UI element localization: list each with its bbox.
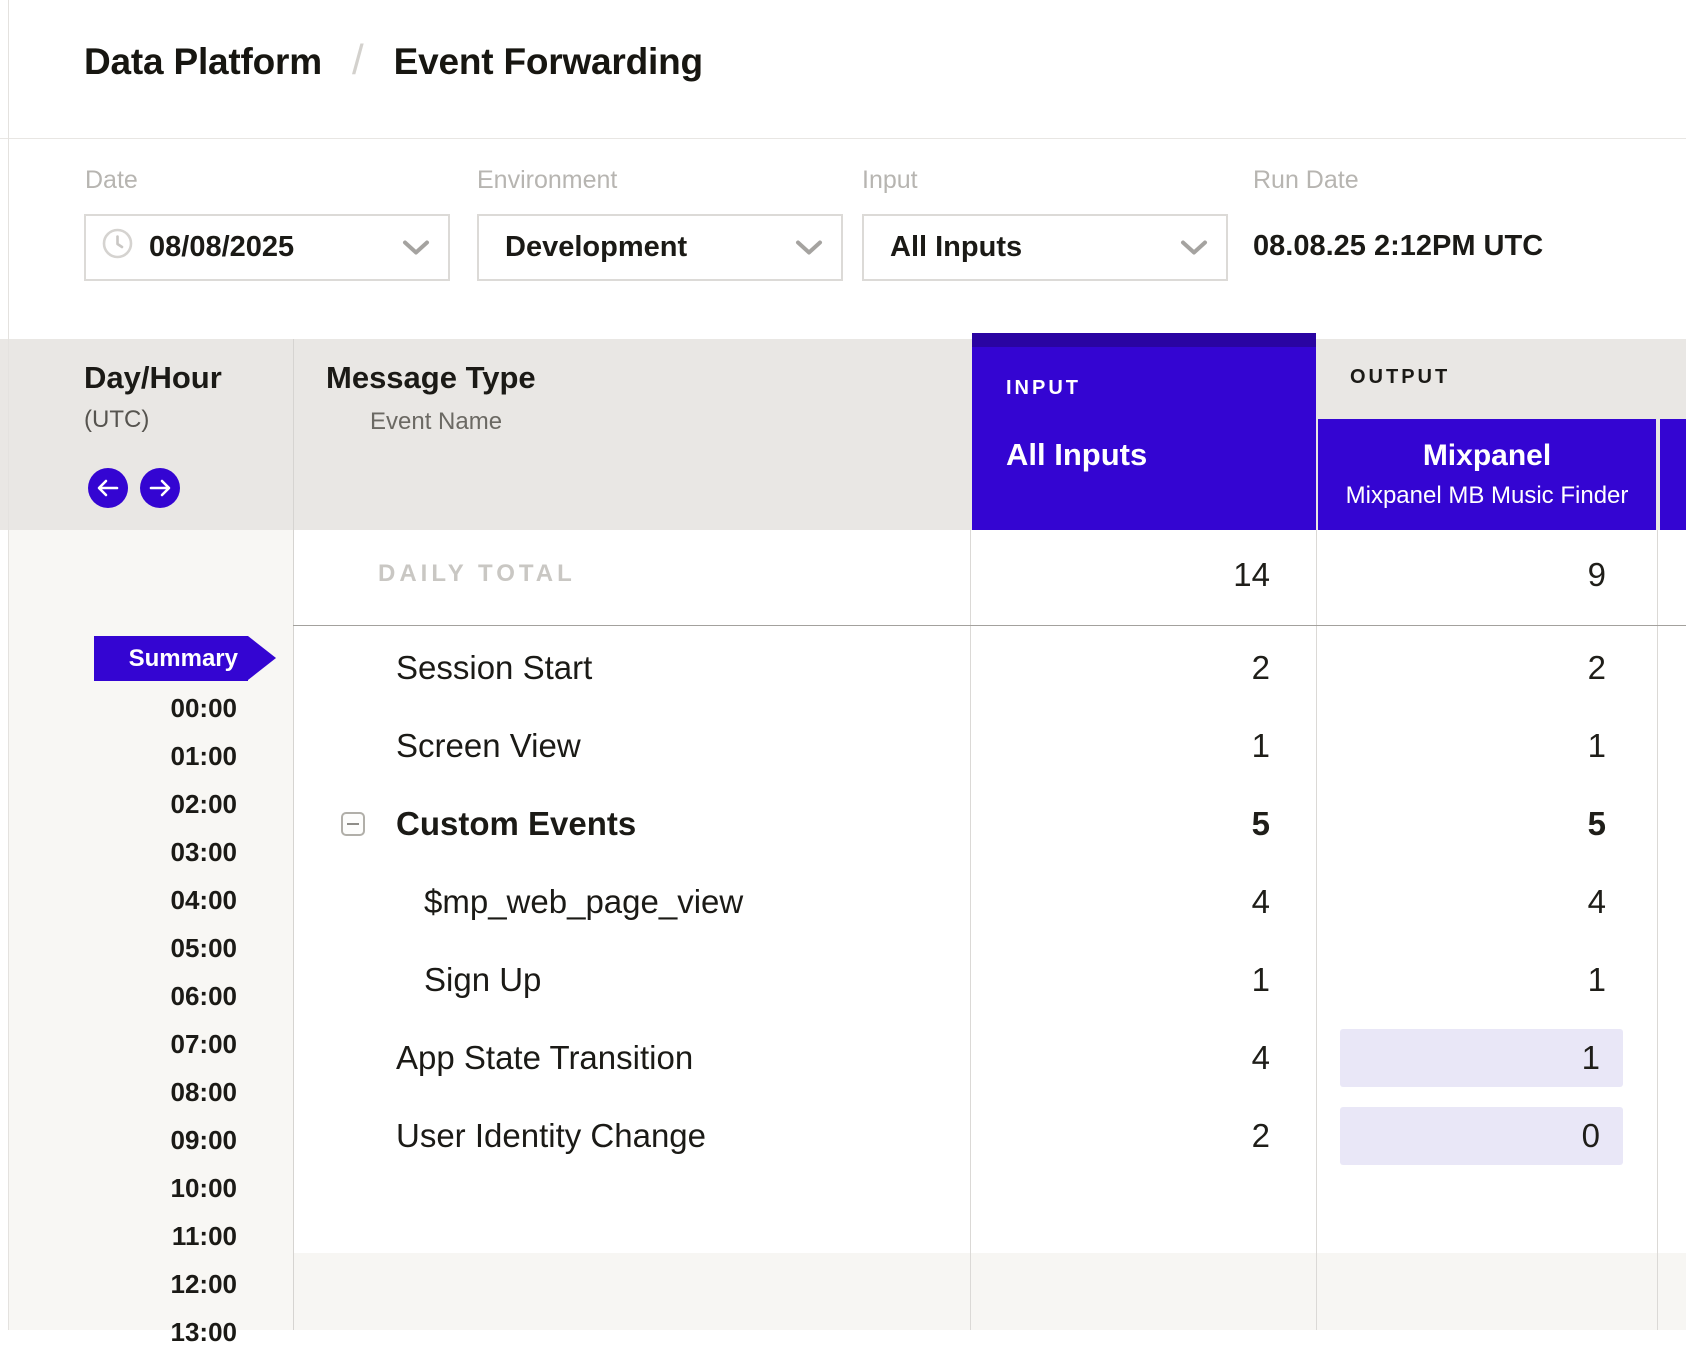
hour-item[interactable]: 01:00 [100, 738, 237, 774]
hour-item[interactable]: 02:00 [100, 786, 237, 822]
output-count: 1 [1588, 727, 1606, 765]
table-footer-background [293, 1253, 1686, 1330]
input-count: 1 [1252, 961, 1270, 999]
output-count: 5 [1588, 805, 1606, 843]
event-name: Screen View [396, 727, 581, 765]
chevron-down-icon [795, 231, 823, 264]
input-count: 4 [1252, 1039, 1270, 1077]
input-filter-label: Input [862, 166, 918, 195]
clock-icon [102, 228, 133, 267]
hour-item[interactable]: 07:00 [100, 1026, 237, 1062]
hour-item[interactable]: 09:00 [100, 1122, 237, 1158]
table-row: User Identity Change 2 0 [293, 1097, 1686, 1175]
breadcrumb: Data Platform / Event Forwarding [84, 38, 703, 86]
hour-item[interactable]: 03:00 [100, 834, 237, 870]
message-type-subtitle: Event Name [370, 408, 502, 436]
highlighted-cell [1340, 1029, 1623, 1087]
hour-item[interactable]: 13:00 [100, 1314, 237, 1350]
event-name: App State Transition [396, 1039, 693, 1077]
table-row: App State Transition 4 1 [293, 1019, 1686, 1097]
collapse-icon[interactable] [341, 812, 365, 836]
day-hour-subtitle: (UTC) [84, 406, 149, 434]
daily-total-divider [293, 625, 1686, 626]
run-date-label: Run Date [1253, 166, 1359, 195]
output-column-header: Mixpanel Mixpanel MB Music Finder [1318, 419, 1656, 530]
chevron-down-icon [1180, 231, 1208, 264]
input-count: 2 [1252, 649, 1270, 687]
output-column-subtitle: Mixpanel MB Music Finder [1346, 482, 1629, 510]
next-output-column-partial [1660, 419, 1686, 530]
input-count: 1 [1252, 727, 1270, 765]
next-day-button[interactable] [140, 468, 180, 508]
output-section-label: OUTPUT [1350, 366, 1450, 389]
hour-item[interactable]: 00:00 [100, 690, 237, 726]
environment-select[interactable]: Development [477, 214, 843, 281]
event-name: $mp_web_page_view [424, 883, 743, 921]
input-select[interactable]: All Inputs [862, 214, 1228, 281]
event-name: User Identity Change [396, 1117, 706, 1155]
hour-item[interactable]: 06:00 [100, 978, 237, 1014]
table-row: $mp_web_page_view 4 4 [293, 863, 1686, 941]
run-date-value: 08.08.25 2:12PM UTC [1253, 230, 1543, 263]
input-header-accent [972, 333, 1316, 347]
daily-total-label: DAILY TOTAL [378, 560, 576, 588]
table-row: Screen View 1 1 [293, 707, 1686, 785]
event-name: Session Start [396, 649, 592, 687]
hour-item[interactable]: 11:00 [100, 1218, 237, 1254]
chevron-down-icon [402, 231, 430, 264]
hour-item[interactable]: 05:00 [100, 930, 237, 966]
date-filter-label: Date [85, 166, 138, 195]
output-count: 1 [1582, 1039, 1600, 1077]
table-row: Sign Up 1 1 [293, 941, 1686, 1019]
breadcrumb-section[interactable]: Data Platform [84, 41, 322, 83]
day-hour-title: Day/Hour [84, 360, 222, 396]
environment-value: Development [505, 231, 687, 264]
date-value: 08/08/2025 [149, 231, 294, 264]
daily-total-output-value: 9 [1588, 556, 1606, 594]
highlighted-cell [1340, 1107, 1623, 1165]
input-section-label: INPUT [1006, 377, 1081, 400]
input-count: 4 [1252, 883, 1270, 921]
input-count: 5 [1252, 805, 1270, 843]
input-column-title: All Inputs [1006, 437, 1147, 473]
input-column-header: INPUT All Inputs [972, 333, 1316, 530]
table-row: Custom Events 5 5 [293, 785, 1686, 863]
hour-item[interactable]: 08:00 [100, 1074, 237, 1110]
top-bar: Data Platform / Event Forwarding [0, 0, 1686, 139]
date-picker[interactable]: 08/08/2025 [84, 214, 450, 281]
table-row: Session Start 2 2 [293, 629, 1686, 707]
environment-filter-label: Environment [477, 166, 617, 195]
output-count: 4 [1588, 883, 1606, 921]
output-count: 2 [1588, 649, 1606, 687]
output-count: 1 [1588, 961, 1606, 999]
daily-total-input-value: 14 [1233, 556, 1270, 594]
breadcrumb-separator: / [352, 36, 364, 84]
page-left-divider [8, 0, 9, 1330]
hour-item[interactable]: 10:00 [100, 1170, 237, 1206]
output-count: 0 [1582, 1117, 1600, 1155]
event-name: Sign Up [424, 961, 541, 999]
input-count: 2 [1252, 1117, 1270, 1155]
input-value: All Inputs [890, 231, 1022, 264]
previous-day-button[interactable] [88, 468, 128, 508]
breadcrumb-page: Event Forwarding [394, 41, 703, 83]
event-name: Custom Events [396, 805, 636, 843]
hour-item[interactable]: 04:00 [100, 882, 237, 918]
output-column-title: Mixpanel [1423, 439, 1551, 473]
summary-tab[interactable]: Summary [94, 636, 248, 681]
hour-item[interactable]: 12:00 [100, 1266, 237, 1302]
message-type-title: Message Type [326, 360, 536, 396]
